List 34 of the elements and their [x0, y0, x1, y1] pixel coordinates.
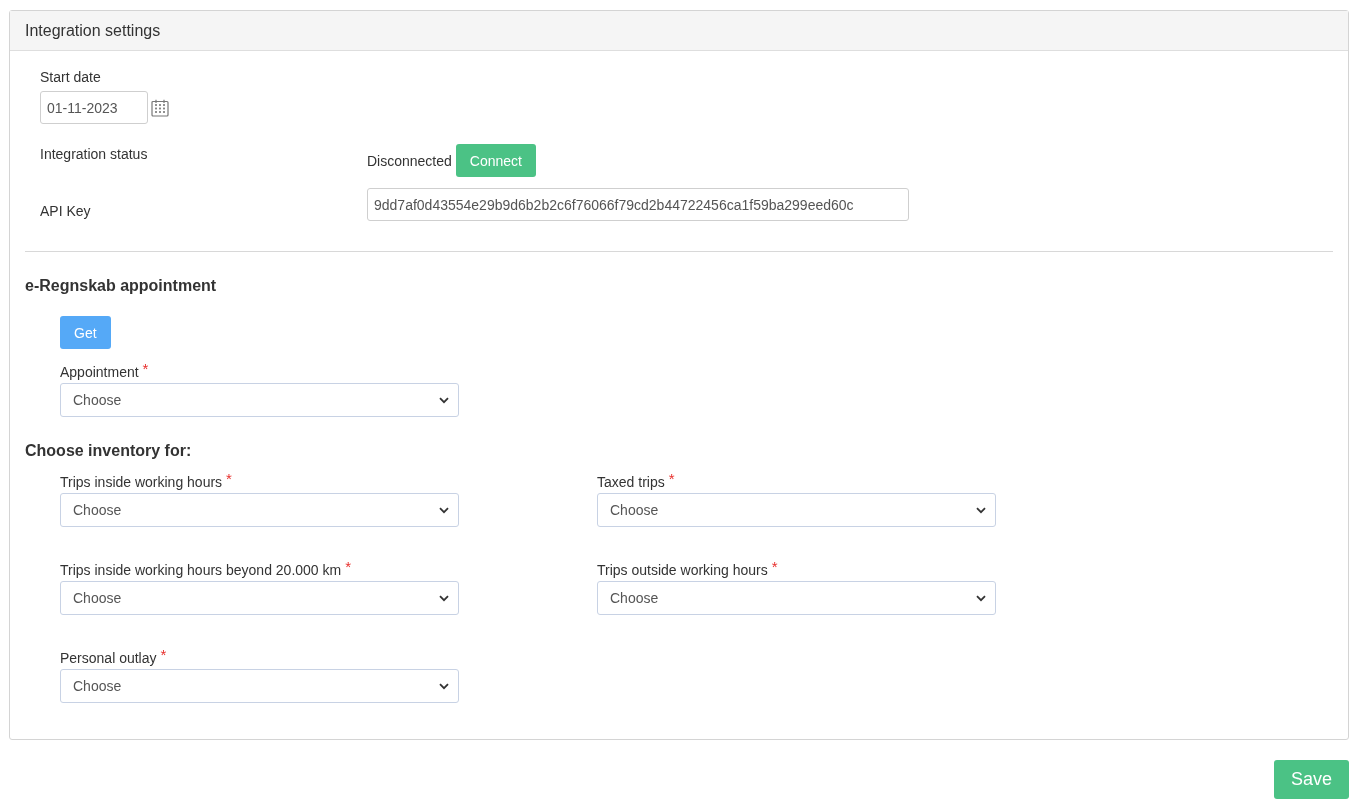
section-heading: Choose inventory for:: [25, 441, 193, 461]
chevron-down-icon: [976, 594, 986, 602]
field-label: Trips inside working hours beyond 20.000 km: [60, 561, 342, 580]
field-label: Integration status: [40, 145, 148, 164]
required-mark: *: [160, 648, 167, 662]
field-label: Trips outside working hours: [597, 561, 768, 580]
inventory-select[interactable]: Choose: [60, 669, 459, 703]
date-input[interactable]: 01-11-2023: [40, 91, 148, 124]
required-mark: *: [668, 472, 675, 486]
required-mark: *: [771, 560, 778, 574]
required-mark: *: [345, 560, 352, 574]
field-label: Trips inside working hours: [60, 473, 223, 492]
calendar-icon[interactable]: [151, 98, 169, 117]
chevron-down-icon: [439, 594, 449, 602]
chevron-down-icon: [439, 396, 449, 404]
inventory-select[interactable]: Choose: [597, 581, 996, 615]
appointment-select[interactable]: Choose: [60, 383, 459, 417]
field-label: Appointment: [60, 363, 139, 382]
chevron-down-icon: [439, 506, 449, 514]
field-label: Personal outlay: [60, 649, 157, 668]
api-key-input[interactable]: 9dd7af0d43554e29b9d6b2b2c6f76066f79cd2b44722456ca1f59ba299eed60c: [367, 188, 909, 221]
inventory-select[interactable]: Choose: [60, 493, 459, 527]
required-mark: *: [142, 362, 149, 376]
field-label: API Key: [40, 202, 91, 221]
status-text: Disconnected: [367, 151, 452, 171]
required-mark: *: [226, 472, 232, 486]
chevron-down-icon: [439, 682, 449, 690]
inventory-select[interactable]: Choose: [597, 493, 996, 527]
section-heading: e-Regnskab appointment: [25, 276, 218, 296]
inventory-select[interactable]: Choose: [60, 581, 459, 615]
field-label: Start date: [40, 69, 101, 85]
field-label: Taxed trips: [597, 473, 665, 492]
panel-title: Integration settings: [25, 20, 161, 41]
chevron-down-icon: [976, 506, 986, 514]
